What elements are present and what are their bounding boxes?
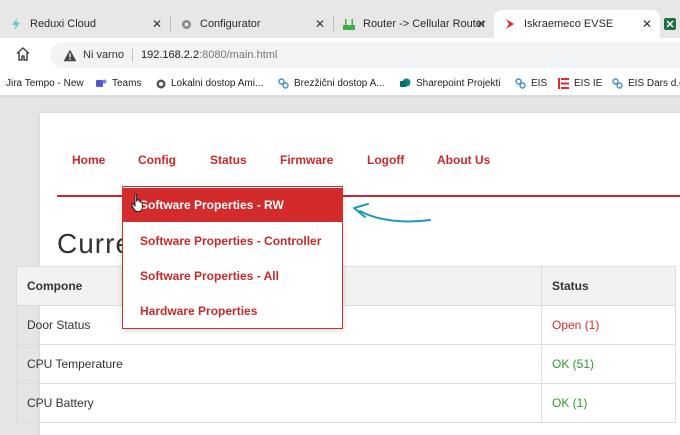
bookmark-brezzicni-dostop[interactable]: Brezžični dostop A... (278, 78, 385, 89)
nav-status[interactable]: Status (210, 153, 247, 167)
url-divider (131, 48, 133, 62)
page-title: Curre (57, 228, 133, 259)
bookmark-label: EIS IE (574, 78, 603, 89)
table-row: CPU Battery OK (1) (16, 383, 676, 423)
tab-label: Configurator (200, 18, 261, 30)
component-cell: CPU Temperature (16, 344, 542, 384)
link-icon (278, 78, 289, 89)
table-row: Door Status Open (1) (16, 305, 676, 345)
nav-config[interactable]: Config (138, 153, 176, 167)
nav-logoff[interactable]: Logoff (367, 153, 404, 167)
bookmark-label: Brezžični dostop A... (294, 78, 385, 89)
close-icon[interactable]: ✕ (315, 17, 325, 31)
nav-home[interactable]: Home (72, 153, 105, 167)
menu-item-software-properties-controller[interactable]: Software Properties - Controller (123, 224, 342, 258)
teams-icon (96, 78, 107, 89)
gear-icon (180, 18, 192, 30)
address-bar[interactable]: Ni varno 192.168.2.2:8080/main.html (50, 42, 680, 68)
iskraemeco-icon (504, 18, 516, 30)
router-icon (343, 18, 355, 30)
bookmark-eis-dars[interactable]: EIS Dars d.d (612, 78, 680, 89)
bookmark-label: Jira Tempo - New (6, 78, 84, 89)
tab-label: Iskraemeco EVSE (524, 18, 614, 30)
nav-firmware[interactable]: Firmware (280, 153, 333, 167)
url-host: 192.168.2.2 (140, 49, 200, 61)
iskra-icon (558, 78, 569, 89)
menu-item-software-properties-rw[interactable]: Software Properties - RW (123, 188, 342, 222)
home-icon[interactable] (14, 45, 32, 63)
link-icon (612, 78, 623, 89)
bookmark-jira-tempo[interactable]: Jira Tempo - New (6, 78, 84, 89)
globe-icon (155, 78, 166, 89)
bookmark-eis-ie[interactable]: EIS IE (558, 78, 602, 89)
warning-icon[interactable] (63, 49, 77, 62)
tab-strip: Reduxi Cloud ✕ Configurator ✕ Router -> … (0, 0, 680, 40)
excel-icon (664, 18, 676, 30)
bookmark-sharepoint[interactable]: Sharepoint Projekti (400, 78, 501, 89)
menu-item-software-properties-all[interactable]: Software Properties - All (123, 259, 342, 293)
bookmarks-bar: Jira Tempo - New Teams Lokalni dostop Am… (0, 70, 680, 96)
close-icon[interactable]: ✕ (476, 17, 486, 31)
nav-about-us[interactable]: About Us (437, 153, 490, 167)
bookmark-label: Teams (112, 78, 142, 89)
config-dropdown-menu: Software Properties - RW Software Proper… (122, 186, 343, 329)
column-header-status: Status (541, 266, 676, 306)
url-path: :8080/main.html (199, 49, 278, 61)
menu-item-hardware-properties[interactable]: Hardware Properties (123, 294, 342, 328)
close-icon[interactable]: ✕ (152, 17, 162, 31)
tab-excel[interactable] (660, 10, 680, 38)
sharepoint-icon (400, 78, 411, 89)
tab-iskraemeco-evse[interactable]: Iskraemeco EVSE ✕ (494, 10, 660, 38)
bolt-icon (10, 18, 22, 30)
bookmark-teams[interactable]: Teams (96, 78, 141, 89)
hand-cursor-icon (131, 193, 143, 213)
status-cell: OK (51) (541, 344, 676, 384)
close-icon[interactable]: ✕ (642, 17, 652, 31)
bookmark-label: Lokalni dostop Ami... (171, 78, 264, 89)
status-table: Compone Status Door Status Open (1) CPU … (16, 266, 676, 423)
bookmark-label: EIS (531, 78, 548, 89)
status-cell: Open (1) (541, 305, 676, 345)
tab-reduxi-cloud[interactable]: Reduxi Cloud ✕ (0, 10, 170, 38)
security-label[interactable]: Ni varno (83, 49, 124, 61)
table-row: CPU Temperature OK (51) (16, 344, 676, 384)
bookmark-lokalni-dostop[interactable]: Lokalni dostop Ami... (155, 78, 263, 89)
tab-configurator[interactable]: Configurator ✕ (170, 10, 333, 38)
component-cell: CPU Battery (16, 383, 542, 423)
tab-router[interactable]: Router -> Cellular Router ✕ (333, 10, 494, 38)
link-icon (515, 78, 526, 89)
bookmark-label: Sharepoint Projekti (416, 78, 501, 89)
table-header-row: Compone Status (16, 266, 676, 306)
browser-toolbar: Ni varno 192.168.2.2:8080/main.html (0, 38, 680, 70)
bookmark-eis[interactable]: EIS (515, 78, 547, 89)
annotation-arrow-icon (353, 203, 431, 223)
bookmark-label: EIS Dars d.d (628, 78, 680, 89)
tab-label: Router -> Cellular Router (363, 18, 486, 30)
tab-label: Reduxi Cloud (30, 18, 97, 30)
status-cell: OK (1) (541, 383, 676, 423)
